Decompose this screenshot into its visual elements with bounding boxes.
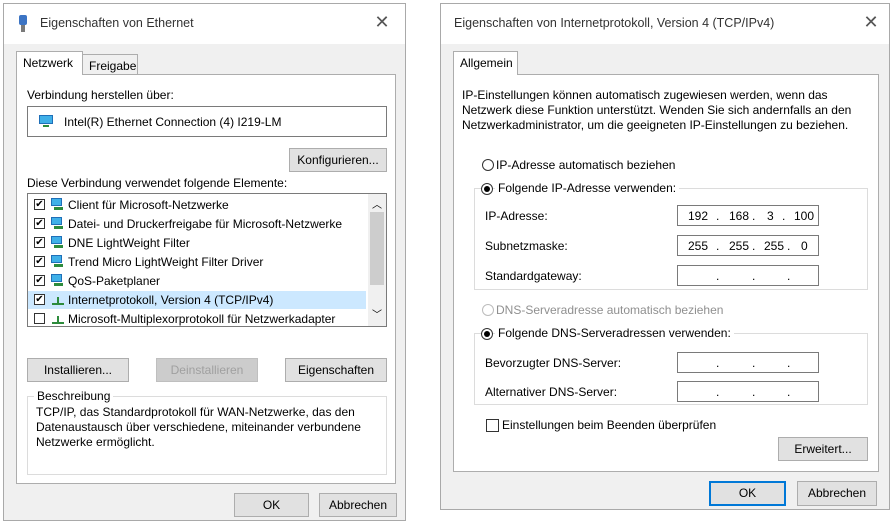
ok-button[interactable]: OK (709, 481, 786, 506)
item-checkbox[interactable]: ✔ (34, 294, 45, 305)
list-item[interactable]: ✔ DNE LightWeight Filter (28, 234, 366, 252)
network-adapter-icon (19, 15, 27, 32)
protocol-icon (52, 297, 64, 305)
network-service-icon (51, 255, 63, 267)
configure-button[interactable]: Konfigurieren... (289, 148, 387, 172)
item-label: QoS-Paketplaner (68, 274, 161, 288)
cancel-button[interactable]: Abbrechen (319, 493, 397, 517)
list-item[interactable]: ✔ Client für Microsoft-Netzwerke (28, 196, 366, 214)
connect-via-label: Verbindung herstellen über: (27, 88, 174, 102)
ip-address-input[interactable]: 192. 168. 3. 100 (677, 205, 819, 226)
description-group: Beschreibung TCP/IP, das Standardprotoko… (27, 389, 387, 475)
tab-allgemein[interactable]: Allgemein (453, 51, 518, 75)
validate-checkbox[interactable] (486, 419, 499, 432)
ok-button[interactable]: OK (234, 493, 309, 517)
elements-list: ✔ Client für Microsoft-Netzwerke ✔ Datei- u… (27, 193, 387, 327)
item-label: Datei- und Druckerfreigabe für Microsoft… (68, 217, 343, 231)
uninstall-button: Deinstallieren (156, 358, 258, 382)
ip-manual-group: Folgende IP-Adresse verwenden: IP-Adress… (474, 181, 868, 290)
adapter-name: Intel(R) Ethernet Connection (4) I219-LM (64, 115, 282, 129)
description-text: TCP/IP, das Standardprotokoll für WAN-Ne… (36, 405, 361, 449)
item-checkbox[interactable]: ✔ (34, 275, 45, 286)
item-checkbox[interactable]: ✔ (34, 256, 45, 267)
intro-text: IP-Einstellungen können automatisch zuge… (462, 88, 852, 132)
ip-manual-radio[interactable] (481, 183, 493, 195)
advanced-button[interactable]: Erweitert... (778, 437, 868, 461)
list-item[interactable]: Microsoft-Multiplexorprotokoll für Netzw… (28, 310, 366, 326)
alternate-dns-label: Alternativer DNS-Server: (485, 385, 618, 399)
item-label: Microsoft-Multiplexorprotokoll für Netzw… (68, 312, 336, 326)
ip-auto-label[interactable]: IP-Adresse automatisch beziehen (496, 158, 675, 172)
window-title: Eigenschaften von Internetprotokoll, Ver… (454, 16, 775, 30)
description-label: Beschreibung (34, 389, 114, 403)
item-label: Internetprotokoll, Version 4 (TCP/IPv4) (68, 293, 274, 307)
close-icon[interactable]: ✕ (859, 10, 883, 34)
title-bar: Eigenschaften von Internetprotokoll, Ver… (441, 4, 889, 44)
elements-label: Diese Verbindung verwendet folgende Elem… (27, 176, 288, 190)
tab-panel: IP-Einstellungen können automatisch zuge… (453, 74, 879, 472)
chevron-up-icon[interactable]: ︿ (372, 196, 382, 211)
ip-manual-label[interactable]: Folgende IP-Adresse verwenden: (495, 181, 680, 195)
tab-panel: Verbindung herstellen über: Intel(R) Eth… (16, 74, 396, 484)
dns-auto-radio (482, 304, 494, 316)
subnet-label: Subnetzmaske: (485, 239, 568, 253)
item-label: Trend Micro LightWeight Filter Driver (68, 255, 264, 269)
list-item[interactable]: ✔ QoS-Paketplaner (28, 272, 366, 290)
item-label: Client für Microsoft-Netzwerke (68, 198, 229, 212)
validate-label[interactable]: Einstellungen beim Beenden überprüfen (502, 418, 716, 432)
ethernet-properties-dialog: Eigenschaften von Ethernet ✕ Netzwerk Fr… (3, 3, 406, 521)
ipv4-properties-dialog: Eigenschaften von Internetprotokoll, Ver… (440, 3, 890, 510)
ip-auto-radio[interactable] (482, 159, 494, 171)
dns-auto-label: DNS-Serveradresse automatisch beziehen (496, 303, 724, 317)
cancel-button[interactable]: Abbrechen (797, 481, 877, 506)
tab-netzwerk[interactable]: Netzwerk (16, 51, 83, 75)
adapter-field: Intel(R) Ethernet Connection (4) I219-LM (27, 106, 387, 137)
list-item[interactable]: ✔ Trend Micro LightWeight Filter Driver (28, 253, 366, 271)
preferred-dns-label: Bevorzugter DNS-Server: (485, 356, 622, 370)
protocol-icon (52, 316, 64, 324)
item-label: DNE LightWeight Filter (68, 236, 190, 250)
preferred-dns-input[interactable]: ... (677, 352, 819, 373)
tab-freigabe[interactable]: Freigabe (82, 54, 138, 75)
item-checkbox[interactable]: ✔ (34, 218, 45, 229)
network-client-icon (51, 198, 63, 210)
properties-button[interactable]: Eigenschaften (285, 358, 387, 382)
close-icon[interactable]: ✕ (370, 10, 394, 34)
network-service-icon (51, 217, 63, 229)
dns-manual-label[interactable]: Folgende DNS-Serveradressen verwenden: (495, 326, 734, 340)
list-item[interactable]: ✔ Internetprotokoll, Version 4 (TCP/IPv4) (28, 291, 366, 309)
list-item[interactable]: ✔ Datei- und Druckerfreigabe für Microsof… (28, 215, 366, 233)
title-bar: Eigenschaften von Ethernet ✕ (4, 4, 405, 44)
network-service-icon (51, 274, 63, 286)
subnet-input[interactable]: 255. 255. 255. 0 (677, 235, 819, 256)
item-checkbox[interactable] (34, 313, 45, 324)
dns-manual-radio[interactable] (481, 328, 493, 340)
install-button[interactable]: Installieren... (27, 358, 129, 382)
ip-address-label: IP-Adresse: (485, 209, 548, 223)
alternate-dns-input[interactable]: ... (677, 381, 819, 402)
scrollbar-thumb[interactable] (370, 212, 384, 285)
scrollbar[interactable]: ︿ ﹀ (368, 194, 386, 326)
gateway-label: Standardgateway: (485, 269, 582, 283)
item-checkbox[interactable]: ✔ (34, 237, 45, 248)
chevron-down-icon[interactable]: ﹀ (372, 306, 382, 321)
gateway-input[interactable]: ... (677, 265, 819, 286)
window-title: Eigenschaften von Ethernet (40, 16, 194, 30)
dns-manual-group: Folgende DNS-Serveradressen verwenden: B… (474, 326, 868, 405)
item-checkbox[interactable]: ✔ (34, 199, 45, 210)
network-service-icon (51, 236, 63, 248)
network-adapter-icon (39, 115, 53, 127)
